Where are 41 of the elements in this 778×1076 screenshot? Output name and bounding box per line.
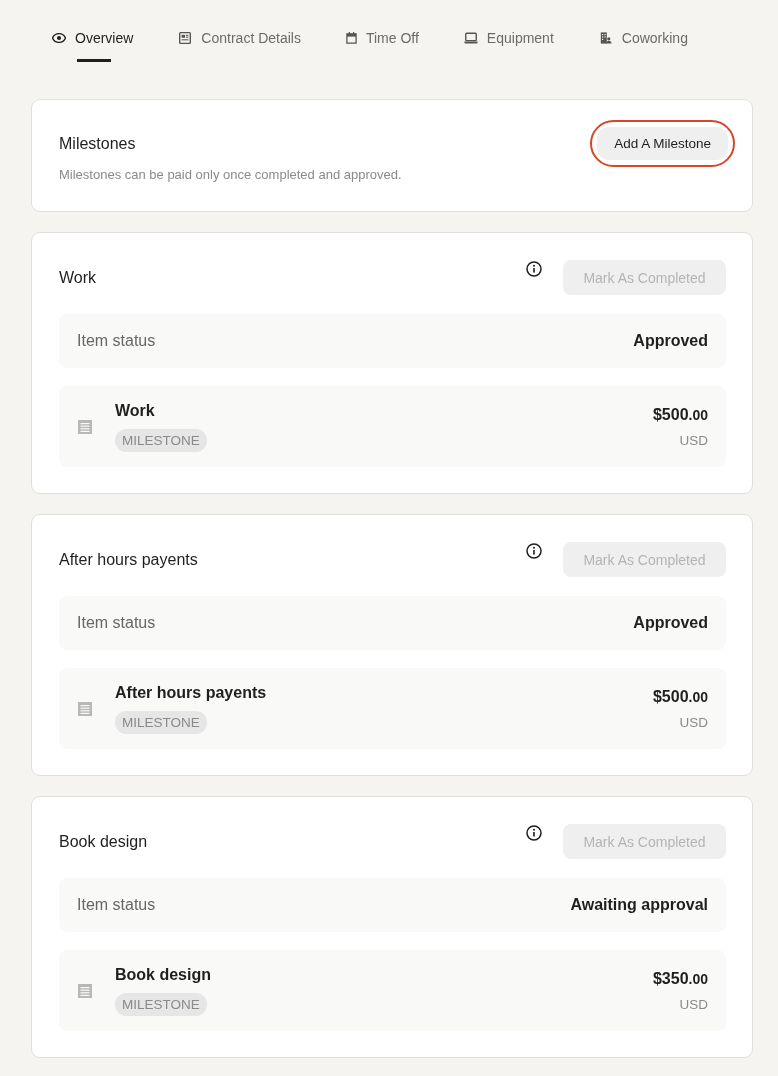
currency-label: USD (679, 996, 708, 1013)
info-icon[interactable] (526, 543, 542, 559)
item-name: Book design (115, 965, 211, 985)
info-icon[interactable] (526, 261, 542, 277)
item-amount: $500.00 (652, 686, 708, 707)
item-amount: $350.00 (652, 968, 708, 989)
document-icon (78, 983, 92, 998)
eye-icon (52, 32, 66, 44)
status-value: Awaiting approval (570, 896, 708, 914)
document-icon (78, 701, 92, 716)
tab[interactable]: Coworking (598, 26, 688, 62)
status-label: Item status (77, 614, 156, 632)
active-tab-indicator (77, 59, 111, 62)
tab[interactable]: Contract Details (178, 26, 301, 62)
add-milestone-button[interactable]: Add A Milestone (597, 127, 728, 160)
status-label: Item status (77, 332, 156, 350)
milestone-title: Book design (59, 831, 149, 852)
building-person-icon (598, 32, 613, 44)
tab[interactable]: Equipment (463, 26, 554, 62)
item-amount: $500.00 (652, 404, 708, 425)
document-icon (78, 419, 92, 434)
currency-label: USD (679, 432, 708, 449)
currency-label: USD (679, 714, 708, 731)
info-icon[interactable] (526, 825, 542, 841)
status-label: Item status (77, 896, 156, 914)
type-badge: MILESTONE (115, 993, 207, 1016)
newspaper-icon (178, 32, 193, 44)
laptop-icon (463, 32, 478, 44)
section-description: Milestones can be paid only once completed and approved. (59, 167, 402, 183)
milestone-title: Work (59, 267, 98, 288)
status-value: Approved (633, 332, 708, 350)
type-badge: MILESTONE (115, 711, 207, 734)
item-name: Work (115, 401, 155, 421)
status-value: Approved (633, 614, 708, 632)
item-name: After hours payents (115, 683, 267, 703)
tab[interactable]: Time Off (345, 26, 419, 62)
type-badge: MILESTONE (115, 429, 207, 452)
milestone-title: After hours payents (59, 549, 199, 570)
tab[interactable]: Overview (52, 26, 134, 62)
section-title: Milestones (59, 134, 137, 154)
calendar-icon (345, 32, 357, 44)
